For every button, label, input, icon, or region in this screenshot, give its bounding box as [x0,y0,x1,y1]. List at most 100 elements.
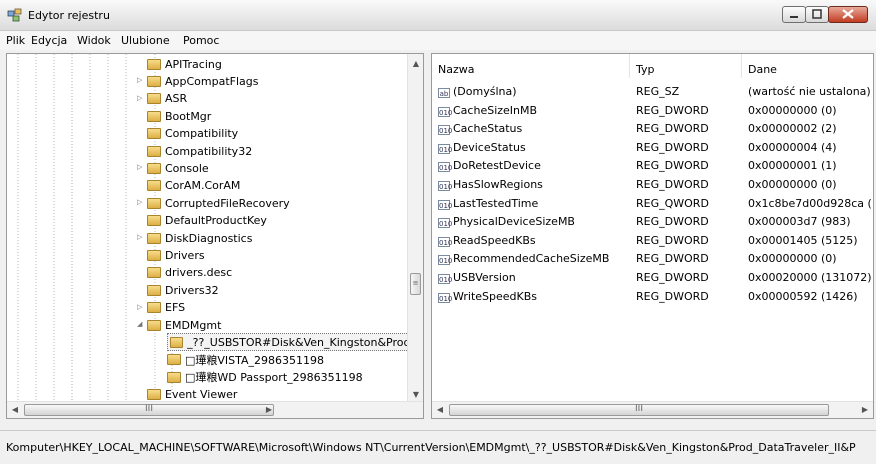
tree-node[interactable]: CorruptedFileRecovery [147,194,290,212]
tree-node[interactable]: DefaultProductKey [147,212,267,230]
menu-help[interactable]: Pomoc [183,34,219,47]
value-type: REG_DWORD [636,289,709,303]
status-bar: Komputer\HKEY_LOCAL_MACHINE\SOFTWARE\Mic… [0,430,876,464]
binary-value-icon: 010 [438,162,453,173]
tree-node[interactable]: ASR [147,90,187,108]
tree-node-label: □璍粮VISTA_2986351198 [185,353,325,367]
menu-favorites[interactable]: Ulubione [121,34,170,47]
expand-arrow-icon[interactable]: ▷ [137,198,142,206]
tree-horizontal-scroll-thumb[interactable]: III [24,404,274,416]
value-type: REG_DWORD [636,178,709,191]
tree-node[interactable]: CorAM.CorAM [147,177,240,195]
expand-arrow-icon[interactable]: ▷ [137,233,142,241]
value-row[interactable]: 010DoRetestDevice REG_DWORD 0x00000001 (1) [432,156,873,174]
folder-icon [167,354,181,366]
folder-icon [147,128,161,140]
tree-node-label: EFS [165,301,186,315]
tree-node-label: BootMgr [165,109,212,123]
binary-value-icon: 010 [438,255,453,266]
menu-file[interactable]: Plik [6,34,25,47]
tree-vertical-scroll-thumb[interactable]: ≡ [410,273,421,295]
folder-icon [170,336,184,348]
value-row[interactable]: 010PhysicalDeviceSizeMB REG_DWORD 0x000003… [432,212,873,230]
tree-node[interactable]: Console [147,159,209,177]
list-scroll-left-arrow[interactable]: ◀ [432,405,448,414]
tree-node[interactable]: _??_USBSTOR#Disk&Ven_Kingston&Prod_ [167,333,417,352]
value-name: DeviceStatus [453,140,526,154]
scroll-up-arrow[interactable]: ▲ [408,59,423,68]
value-row[interactable]: 010LastTestedTime REG_QWORD 0x1c8be7d00d92… [432,194,874,212]
tree-horizontal-scrollbar[interactable]: ◀ III ▶ [7,401,423,418]
tree-node[interactable]: Compatibility [147,125,238,143]
folder-icon [147,215,161,227]
value-type: REG_SZ [636,85,680,98]
tree-node-label: Event Viewer [165,388,238,402]
value-name-cell: 010WriteSpeedKBs [438,290,537,303]
value-row[interactable]: 010CacheSizeInMB REG_DWORD 0x00000000 (0) [432,101,873,119]
tree-node[interactable]: □璍粮VISTA_2986351198 [167,351,324,369]
close-button[interactable] [828,6,868,23]
maximize-icon [812,9,822,19]
maximize-button[interactable] [805,6,829,23]
folder-icon [147,249,161,261]
list-scroll-right-arrow[interactable]: ▶ [857,405,873,414]
value-data: 0x1c8be7d00d928ca (12 [748,196,874,210]
tree-node[interactable]: AppCompatFlags [147,72,259,90]
minimize-button[interactable] [782,6,806,23]
list-horizontal-scroll-thumb[interactable]: III [449,404,829,416]
menu-view[interactable]: Widok [77,34,111,47]
scroll-right-arrow[interactable]: ▶ [261,405,277,414]
tree-node[interactable]: EFS [147,299,185,317]
value-row[interactable]: 010CacheStatus REG_DWORD 0x00000002 (2) [432,119,873,137]
expand-arrow-icon[interactable]: ▷ [137,94,142,102]
tree-node[interactable]: BootMgr [147,107,211,125]
pane-splitter[interactable] [424,53,431,419]
tree-node[interactable]: APITracing [147,55,222,73]
folder-icon [147,58,161,70]
binary-value-icon: 010 [438,199,453,210]
value-row[interactable]: 010HasSlowRegions REG_DWORD 0x00000000 (0) [432,175,873,193]
expand-arrow-icon[interactable]: ▷ [137,163,142,171]
tree-node[interactable]: DiskDiagnostics [147,229,252,247]
registry-editor-icon [7,8,22,22]
tree-node-label: APITracing [165,57,222,71]
scroll-down-arrow[interactable]: ▼ [408,390,423,399]
value-name: WriteSpeedKBs [453,289,538,303]
tree-node[interactable]: Compatibility32 [147,142,252,160]
column-header-type[interactable]: Typ [630,54,742,78]
value-type: REG_DWORD [636,215,709,229]
tree-node[interactable]: □璍粮WD Passport_2986351198 [167,368,363,386]
value-row[interactable]: 010DeviceStatus REG_DWORD 0x00000004 (4) [432,138,873,156]
value-row[interactable]: 010WriteSpeedKBs REG_DWORD 0x00000592 (142… [432,287,873,305]
tree-node[interactable]: Drivers [147,246,205,264]
list-horizontal-scrollbar[interactable]: ◀ III ▶ [432,401,873,418]
value-row[interactable]: 010ReadSpeedKBs REG_DWORD 0x00001405 (5125… [432,231,873,249]
status-path: Komputer\HKEY_LOCAL_MACHINE\SOFTWARE\Mic… [6,441,856,454]
column-header-data[interactable]: Dane [742,54,873,78]
scroll-grip: ≡ [412,279,419,287]
menu-edit[interactable]: Edycja [31,34,67,47]
value-name: (Domyślna) [453,85,517,98]
column-header-name[interactable]: Nazwa [432,54,630,78]
folder-icon [147,389,161,401]
scroll-left-arrow[interactable]: ◀ [7,405,23,414]
value-data: 0x00000001 (1) [748,159,837,173]
value-name: USBVersion [453,271,516,284]
expand-arrow-icon[interactable]: ▷ [137,303,142,311]
collapse-arrow-icon[interactable]: ◢ [137,320,142,328]
tree-node[interactable]: EMDMgmt [147,316,221,334]
value-row[interactable]: ab (Domyślna) REG_SZ (wartość nie ustalona) [432,82,873,100]
registry-tree[interactable]: APITracing AppCompatFlags ▷ ASR ▷ BootMgr Comp… [6,53,424,419]
tree-node[interactable]: drivers.desc [147,264,232,282]
values-list[interactable]: Nazwa Typ Dane ab (Domyślna) REG_SZ (wartoś… [431,53,874,419]
value-type: REG_DWORD [636,233,709,247]
tree-vertical-scrollbar[interactable]: ▲ ≡ ▼ [407,54,423,402]
expand-arrow-icon[interactable]: ▷ [137,76,142,84]
list-scroll-grip-label: III [635,404,643,414]
value-name: LastTestedTime [453,196,539,210]
tree-node[interactable]: Drivers32 [147,281,219,299]
folder-icon [147,75,161,87]
value-row[interactable]: 010USBVersion REG_DWORD 0x00020000 (131072… [432,268,873,286]
tree-node-label: EMDMgmt [165,318,222,332]
value-row[interactable]: 010RecommendedCacheSizeMB REG_DWORD 0x0000… [432,249,873,267]
